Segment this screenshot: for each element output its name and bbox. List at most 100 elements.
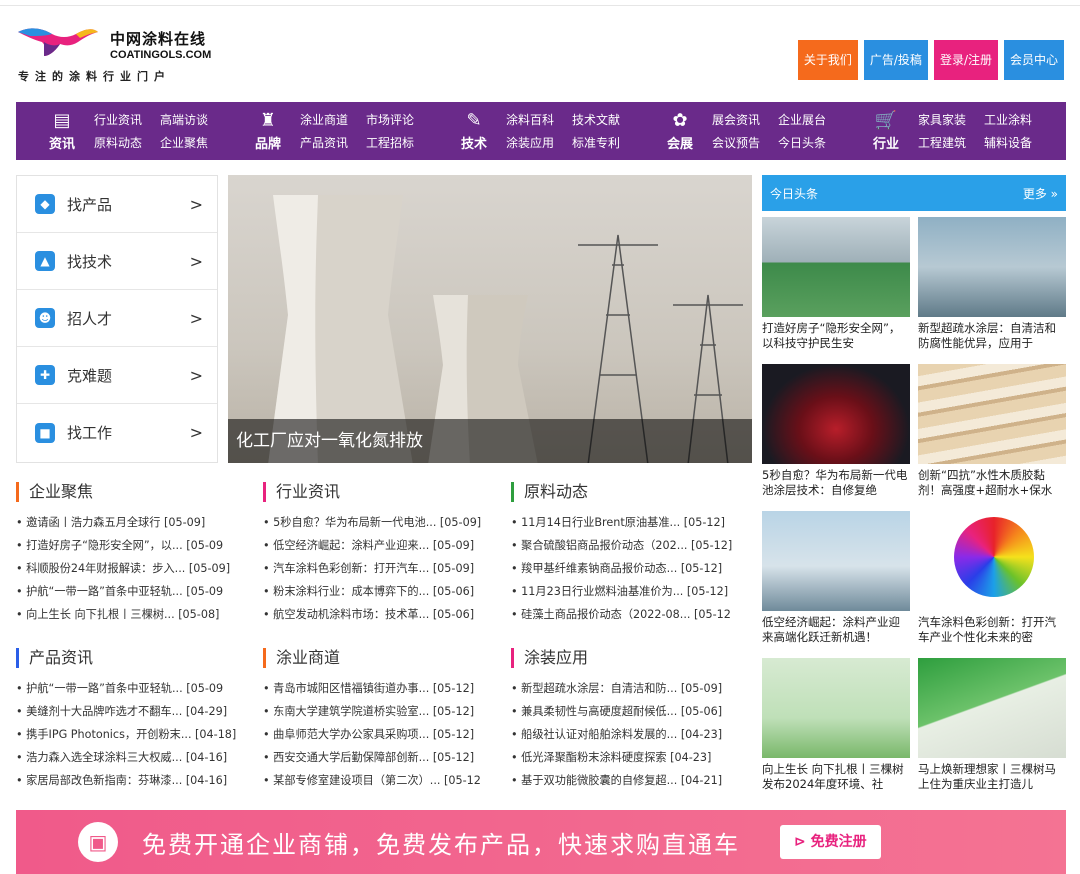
nav-group-head[interactable]: ▤ 资讯 [40, 109, 84, 152]
news-icon: ▤ [53, 109, 71, 131]
news-item[interactable]: 粉末涂料行业：成本博弈下的... [05-06] [263, 580, 503, 603]
play-circle-icon: ⊳ [794, 834, 811, 850]
parking-garage-image [762, 217, 910, 317]
nav-group-head[interactable]: 🛒 行业 [864, 110, 908, 152]
login-register-button[interactable]: 登录/注册 [933, 40, 998, 80]
news-item[interactable]: 羧甲基纤维素钠商品报价动态... [05-12] [511, 557, 751, 580]
headline-card[interactable]: 马上焕新理想家丨三棵树马上住为重庆业主打造儿 [918, 658, 1066, 799]
nav-group-news: ▤ 资讯 行业资讯 高端访谈 原料动态 企业聚焦 [16, 102, 222, 160]
news-item[interactable]: 邀请函丨浩力森五月全球行 [05-09] [16, 511, 256, 534]
nav-link-interviews[interactable]: 高端访谈 [160, 111, 208, 128]
nav-link-booths[interactable]: 企业展台 [778, 111, 826, 128]
nav-group-head[interactable]: ✿ 会展 [658, 109, 702, 152]
nav-link-expo-news[interactable]: 展会资讯 [712, 111, 760, 128]
sidebar-item-products[interactable]: ◆ 找产品 > [17, 176, 217, 233]
news-column-title[interactable]: 涂业商道 [263, 648, 503, 668]
news-item[interactable]: 向上生长 向下扎根丨三棵树... [05-08] [16, 603, 256, 626]
nav-link-equipment[interactable]: 辅料设备 [984, 134, 1032, 151]
nav-group-label: 技术 [460, 136, 487, 152]
news-item[interactable]: 美缝剂十大品牌咋选才不翻车... [04-29] [16, 700, 256, 723]
nav-link-furniture[interactable]: 家具家装 [918, 111, 966, 128]
nav-link-application[interactable]: 涂装应用 [506, 134, 554, 151]
headline-card-text: 创新“四抗”水性木质胶黏剂！高强度+超耐水+保水 [918, 468, 1053, 497]
news-item[interactable]: 西安交通大学后勤保障部创新... [05-12] [263, 746, 503, 769]
news-column-title[interactable]: 涂装应用 [511, 648, 751, 668]
news-item[interactable]: 聚合硫酸铝商品报价动态（202... [05-12] [511, 534, 751, 557]
news-column-title[interactable]: 企业聚焦 [16, 482, 256, 502]
nav-link-literature[interactable]: 技术文献 [572, 111, 620, 128]
header-buttons: 关于我们 广告/投稿 登录/注册 会员中心 [797, 40, 1064, 80]
news-item[interactable]: 船级社认证对船舶涂料发展的... [04-23] [511, 723, 751, 746]
member-center-button[interactable]: 会员中心 [1003, 40, 1064, 80]
headline-card[interactable]: 汽车涂料色彩创新：打开汽车产业个性化未来的密 [918, 511, 1066, 652]
nav-link-business[interactable]: 涂业商道 [300, 111, 348, 128]
headline-card-text: 打造好房子“隐形安全网”，以科技守护民生安 [762, 321, 901, 350]
headline-card[interactable]: 向上生长 向下扎根丨三棵树发布2024年度环境、社 [762, 658, 910, 799]
nav-link-market-review[interactable]: 市场评论 [366, 111, 414, 128]
news-item[interactable]: 家居局部改色新指南：芬琳漆... [04-16] [16, 769, 256, 792]
chevron-right-icon: > [189, 365, 203, 385]
news-item[interactable]: 某部专修室建设项目（第二次）... [05-12 [263, 769, 503, 792]
ad-submit-button[interactable]: 广告/投稿 [863, 40, 928, 80]
news-item[interactable]: 携手IPG Photonics，开创粉末... [04-18] [16, 723, 256, 746]
headline-card[interactable]: 新型超疏水涂层：自清洁和防腐性能优异，应用于 [918, 217, 1066, 358]
expo-icon: ✿ [672, 109, 688, 131]
headline-card[interactable]: 低空经济崛起：涂料产业迎来高端化跃迁新机遇！ [762, 511, 910, 652]
bull-logo-icon [18, 28, 98, 56]
nav-link-product-news[interactable]: 产品资讯 [300, 134, 348, 151]
sidebar-item-label: 找技术 [67, 252, 113, 271]
nav-link-enterprise[interactable]: 企业聚焦 [160, 134, 208, 151]
news-item[interactable]: 11月23日行业燃料油基准价为... [05-12] [511, 580, 751, 603]
logo-english-name: COATINGOLS.COM [110, 49, 212, 61]
headline-card[interactable]: 创新“四抗”水性木质胶黏剂！高强度+超耐水+保水 [918, 364, 1066, 505]
news-item[interactable]: 硅藻土商品报价动态（2022-08... [05-12 [511, 603, 751, 626]
nav-link-materials[interactable]: 原料动态 [94, 134, 142, 151]
news-column-title[interactable]: 产品资讯 [16, 648, 256, 668]
news-item[interactable]: 11月14日行业Brent原油基准... [05-12] [511, 511, 751, 534]
hero-slide[interactable]: 化工厂应对一氧化氮排放 [228, 175, 752, 463]
nav-link-standards[interactable]: 标准专利 [572, 134, 620, 151]
news-item[interactable]: 东南大学建筑学院道桥实验室... [05-12] [263, 700, 503, 723]
chevron-right-icon: > [189, 251, 203, 271]
nav-link-meetings[interactable]: 会议预告 [712, 134, 760, 151]
nav-link-tenders[interactable]: 工程招标 [366, 134, 414, 151]
news-item[interactable]: 打造好房子“隐形安全网”，以... [05-09 [16, 534, 256, 557]
sidebar-item-talent[interactable]: ☻ 招人才 > [17, 290, 217, 347]
headline-card[interactable]: 打造好房子“隐形安全网”，以科技守护民生安 [762, 217, 910, 358]
news-item[interactable]: 护航“一带一路”首条中亚轻轨... [05-09 [16, 677, 256, 700]
sidebar-item-label: 找产品 [67, 195, 113, 214]
sidebar-item-label: 找工作 [67, 424, 113, 442]
nav-group-head[interactable]: ♜ 品牌 [246, 110, 290, 152]
news-item[interactable]: 低光泽聚酯粉末涂料硬度探索 [04-23] [511, 746, 751, 769]
news-item[interactable]: 航空发动机涂料市场：技术革... [05-06] [263, 603, 503, 626]
news-item[interactable]: 基于双功能微胶囊的自修复超... [04-21] [511, 769, 751, 792]
nav-group-head[interactable]: ✎ 技术 [452, 110, 496, 152]
nav-link-construction[interactable]: 工程建筑 [918, 134, 966, 151]
sidebar-item-jobs[interactable]: ■ 找工作 > [17, 404, 217, 461]
news-item[interactable]: 曲阜师范大学办公家具采购项... [05-12] [263, 723, 503, 746]
sidebar-item-problems[interactable]: ✚ 克难题 > [17, 347, 217, 404]
site-logo[interactable]: 中网涂料在线 COATINGOLS.COM 专注的涂料行业门户 [14, 22, 224, 92]
news-item[interactable]: 护航“一带一路”首条中亚轻轨... [05-09 [16, 580, 256, 603]
news-column-title[interactable]: 原料动态 [511, 482, 751, 502]
nav-link-industry-news[interactable]: 行业资讯 [94, 111, 142, 128]
more-link[interactable]: 更多 » [1023, 185, 1058, 202]
news-item[interactable]: 新型超疏水涂层：自清洁和防... [05-09] [511, 677, 751, 700]
news-item[interactable]: 科顺股份24年财报解读：步入... [05-09] [16, 557, 256, 580]
nav-link-industrial[interactable]: 工业涂料 [984, 111, 1032, 128]
nav-link-encyclopedia[interactable]: 涂料百科 [506, 111, 554, 128]
news-item[interactable]: 5秒自愈？华为布局新一代电池... [05-09] [263, 511, 503, 534]
headline-card-text: 5秒自愈？华为布局新一代电池涂层技术：自修复绝 [762, 468, 908, 497]
news-item[interactable]: 浩力森入选全球涂料三大权威... [04-16] [16, 746, 256, 769]
register-banner[interactable]: ▣ 免费开通企业商铺，免费发布产品，快速求购直通车 ⊳ 免费注册 [16, 810, 1066, 874]
nav-link-headlines[interactable]: 今日头条 [778, 134, 826, 151]
news-item[interactable]: 汽车涂料色彩创新：打开汽车... [05-09] [263, 557, 503, 580]
headline-card[interactable]: 5秒自愈？华为布局新一代电池涂层技术：自修复绝 [762, 364, 910, 505]
news-item[interactable]: 兼具柔韧性与高硬度超耐候低... [05-06] [511, 700, 751, 723]
free-register-button[interactable]: ⊳ 免费注册 [780, 825, 881, 859]
news-column-title[interactable]: 行业资讯 [263, 482, 503, 502]
news-item[interactable]: 低空经济崛起：涂料产业迎来... [05-09] [263, 534, 503, 557]
sidebar-item-tech[interactable]: ▲ 找技术 > [17, 233, 217, 290]
news-item[interactable]: 青岛市城阳区惜福镇街道办事... [05-12] [263, 677, 503, 700]
about-us-button[interactable]: 关于我们 [797, 40, 858, 80]
